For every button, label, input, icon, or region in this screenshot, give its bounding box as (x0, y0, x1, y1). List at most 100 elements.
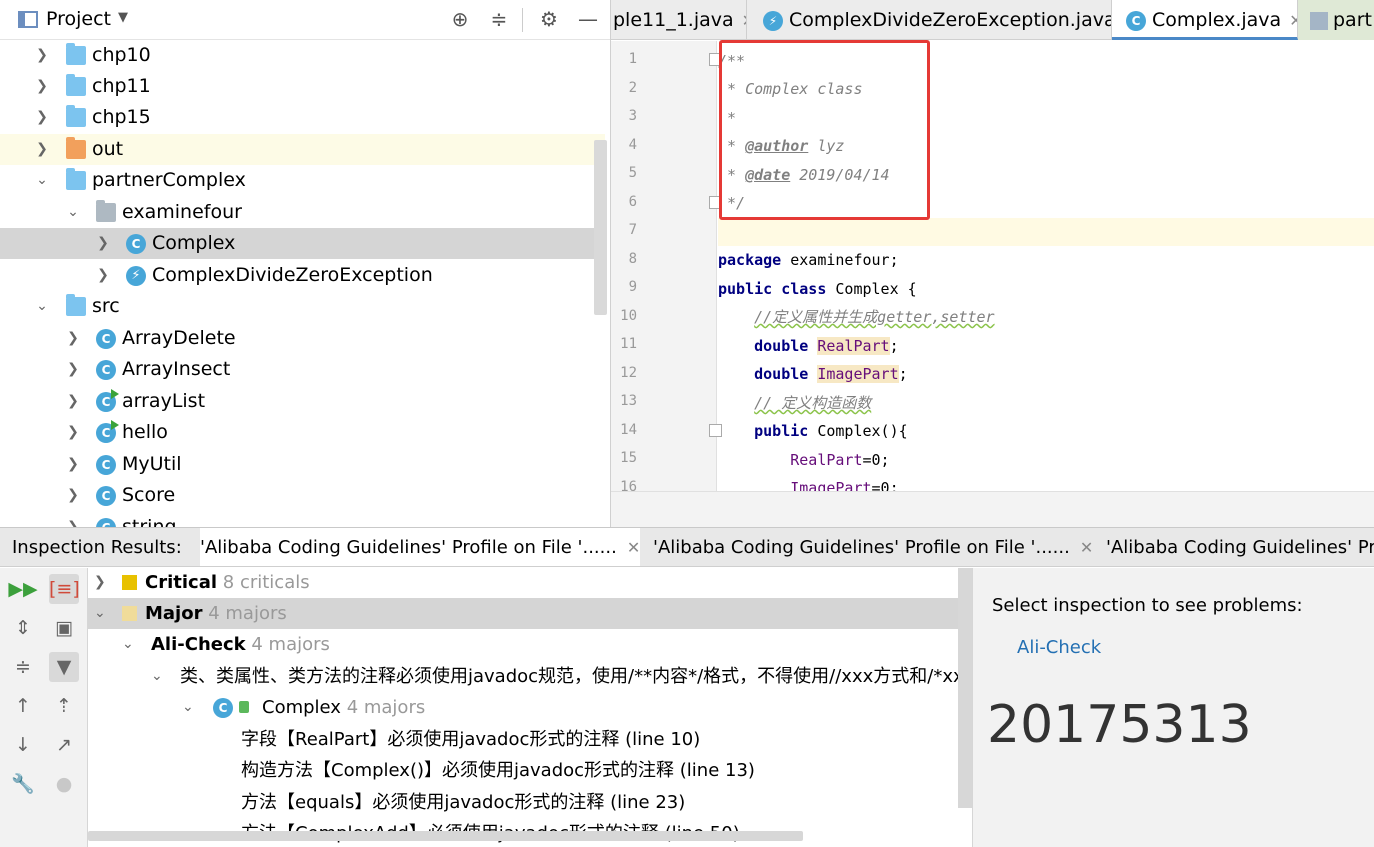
chevron-right-icon[interactable]: ❯ (66, 480, 80, 511)
tree-item-complex[interactable]: ❯ C Complex (0, 228, 605, 259)
collapse-all-icon[interactable]: ≑ (8, 652, 38, 682)
problem-item[interactable]: 构造方法【Complex()】必须使用javadoc形式的注释 (line 13… (88, 755, 972, 786)
chevron-down-icon[interactable]: ▼ (118, 10, 128, 25)
group-by-severity-icon[interactable]: [≡] (49, 574, 80, 604)
results-horizontal-scrollbar[interactable] (88, 831, 803, 841)
tab-complex-java[interactable]: C Complex.java ✕ (1112, 0, 1298, 40)
inspection-results-tree[interactable]: ❯ Critical 8 criticals ⌄ Major 4 majors … (88, 568, 972, 847)
group-label: Ali-Check (151, 634, 246, 655)
tree-item-examinefour[interactable]: ⌄ examinefour (0, 197, 605, 228)
tree-item-partnercomplex[interactable]: ⌄ partnerComplex (0, 165, 605, 196)
chevron-right-icon[interactable]: ❯ (35, 71, 49, 102)
line-number: 5 (628, 165, 637, 181)
result-ali-check[interactable]: ⌄ Ali-Check 4 majors (88, 629, 972, 660)
result-rule[interactable]: ⌄ 类、类属性、类方法的注释必须使用javadoc规范，使用/**内容*/格式，… (88, 661, 972, 692)
close-icon[interactable]: ✕ (1080, 538, 1093, 557)
chevron-down-icon[interactable]: ⌄ (182, 692, 194, 723)
project-scrollbar[interactable] (594, 140, 607, 315)
tree-item-arraydelete[interactable]: ❯ C ArrayDelete (0, 323, 605, 354)
collapse-all-icon[interactable]: ≑ (486, 6, 512, 32)
wrench-icon[interactable]: 🔧 (8, 769, 38, 799)
ali-check-link[interactable]: Ali-Check (1017, 637, 1101, 658)
result-text: Complex 4 majors (262, 692, 425, 723)
chevron-right-icon[interactable]: ❯ (35, 40, 49, 71)
package-icon (96, 200, 116, 222)
class-icon: C (96, 329, 116, 349)
chevron-right-icon[interactable]: ❯ (66, 386, 80, 417)
problem-item[interactable]: 方法【equals】必须使用javadoc形式的注释 (line 23) (88, 787, 972, 818)
tree-item-hello[interactable]: ❯ C hello (0, 417, 605, 448)
project-view-icon[interactable] (18, 11, 38, 28)
expand-all-icon[interactable]: ⇕ (8, 613, 38, 643)
pin-icon[interactable]: ⇡ (49, 691, 79, 721)
tree-item-myutil[interactable]: ❯ C MyUtil (0, 449, 605, 480)
chevron-right-icon[interactable]: ❯ (96, 228, 110, 259)
close-icon[interactable]: ✕ (1289, 11, 1297, 30)
export-icon[interactable]: ↗ (49, 730, 79, 760)
rerun-icon[interactable]: ▶▶ (8, 574, 38, 604)
chevron-down-icon[interactable]: ⌄ (151, 661, 163, 692)
tree-item-arrayinsect[interactable]: ❯ C ArrayInsect (0, 354, 605, 385)
folder-icon (66, 74, 86, 96)
results-vertical-scrollbar[interactable] (958, 568, 972, 808)
tree-item-chp15[interactable]: ❯ chp15 (0, 102, 605, 133)
tab-label: ComplexDivideZeroException.java (789, 9, 1112, 31)
chevron-right-icon[interactable]: ❯ (94, 568, 106, 598)
tree-item-arraylist[interactable]: ❯ C arrayList (0, 386, 605, 417)
chevron-down-icon[interactable]: ⌄ (35, 165, 49, 196)
tab-inspection-1[interactable]: 'Alibaba Coding Guidelines' Profile on F… (200, 528, 640, 566)
chevron-right-icon[interactable]: ❯ (66, 512, 80, 527)
gear-icon[interactable]: ⚙ (536, 6, 562, 32)
result-major[interactable]: ⌄ Major 4 majors (88, 598, 972, 629)
tree-item-complexdividezeroexception[interactable]: ❯ ⚡ ComplexDivideZeroException (0, 260, 605, 291)
tab-complexdividezeroexception[interactable]: ⚡ComplexDivideZeroException.java✕ (747, 0, 1112, 40)
chevron-right-icon[interactable]: ❯ (66, 417, 80, 448)
tree-item-src[interactable]: ⌄ src (0, 291, 605, 322)
result-critical[interactable]: ❯ Critical 8 criticals (88, 568, 972, 598)
chevron-right-icon[interactable]: ❯ (66, 323, 80, 354)
chevron-right-icon[interactable]: ❯ (66, 449, 80, 480)
lightbulb-icon[interactable]: ● (49, 769, 79, 799)
tab-inspection-2[interactable]: 'Alibaba Coding Guidelines' Profile on F… (653, 528, 1093, 566)
chevron-right-icon[interactable]: ❯ (96, 260, 110, 291)
chevron-down-icon[interactable]: ⌄ (35, 291, 49, 322)
line-number: 14 (620, 422, 637, 438)
chevron-right-icon[interactable]: ❯ (35, 134, 49, 165)
chevron-down-icon[interactable]: ⌄ (122, 629, 134, 660)
code-line-11: double RealPart; (718, 332, 1374, 360)
project-title[interactable]: Project (46, 8, 111, 30)
tree-item-chp11[interactable]: ❯ chp11 (0, 71, 605, 102)
major-severity-icon (122, 606, 137, 621)
tab-part[interactable]: part (1298, 0, 1374, 40)
tree-item-chp10[interactable]: ❯ chp10 (0, 40, 605, 71)
chevron-right-icon[interactable]: ❯ (66, 354, 80, 385)
line-comment: // 定义构造函数 (754, 394, 872, 412)
line-number: 3 (628, 108, 637, 124)
arrow-down-icon[interactable]: ↓ (8, 730, 38, 760)
chevron-down-icon[interactable]: ⌄ (66, 197, 80, 228)
keyword: package (718, 251, 782, 269)
tree-item-score[interactable]: ❯ C Score (0, 480, 605, 511)
line-number: 11 (620, 336, 637, 352)
inspection-tabs: Inspection Results: 'Alibaba Coding Guid… (0, 528, 1374, 567)
tree-item-out[interactable]: ❯ out (0, 134, 605, 165)
class-icon: C (213, 698, 233, 718)
tab-ple11-1[interactable]: ple11_1.java✕ (611, 0, 747, 40)
arrow-up-icon[interactable]: ↑ (8, 691, 38, 721)
group-by-directory-icon[interactable]: ▣ (49, 613, 79, 643)
filter-icon[interactable]: ▼ (49, 652, 79, 682)
minimize-icon[interactable]: — (575, 6, 601, 32)
tree-item-label: ArrayInsect (122, 358, 231, 380)
code-line-10: //定义属性并生成getter,setter (718, 303, 1374, 331)
problem-item[interactable]: 字段【RealPart】必须使用javadoc形式的注释 (line 10) (88, 724, 972, 755)
code-line-9: public class Complex { (718, 275, 1374, 303)
locate-icon[interactable]: ⊕ (447, 6, 473, 32)
close-icon[interactable]: ✕ (627, 538, 640, 557)
line-number: 15 (620, 450, 637, 466)
chevron-down-icon[interactable]: ⌄ (94, 598, 106, 629)
tree-item-string[interactable]: ❯ C string (0, 512, 605, 527)
tab-inspection-3[interactable]: 'Alibaba Coding Guidelines' Pro (1106, 528, 1374, 566)
result-file-complex[interactable]: ⌄ C Complex 4 majors (88, 692, 972, 723)
chevron-right-icon[interactable]: ❯ (35, 102, 49, 133)
field-name: ImagePart (817, 365, 899, 383)
